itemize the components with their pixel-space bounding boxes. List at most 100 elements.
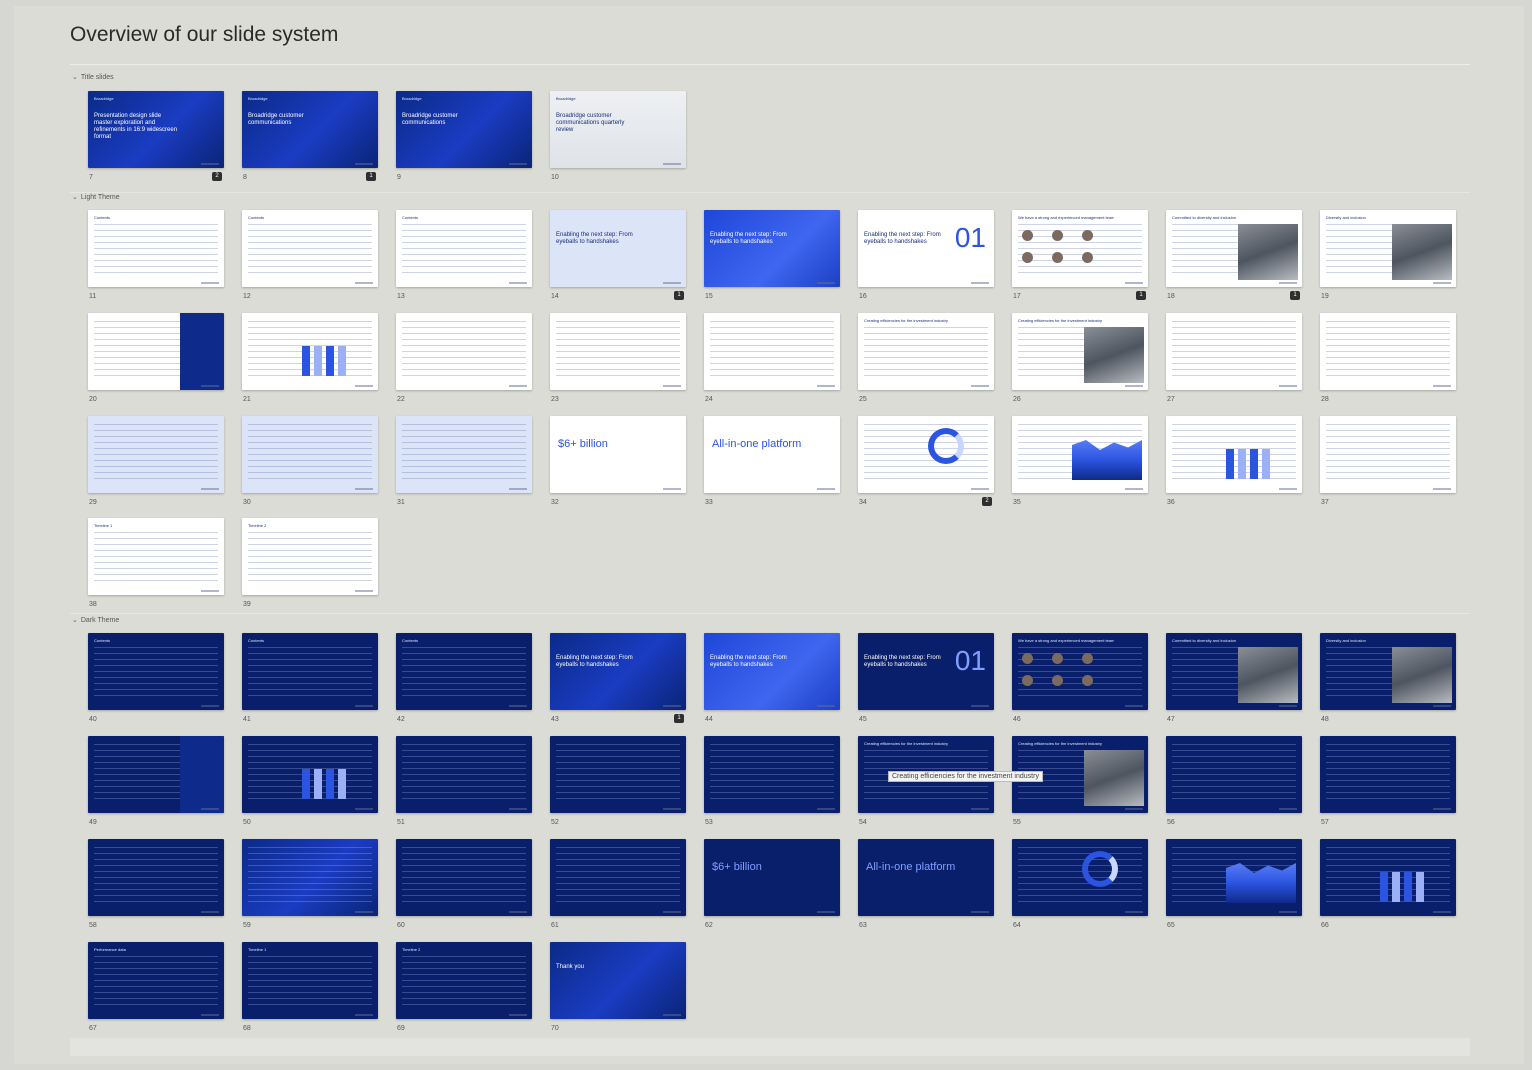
slide-number: 33 (705, 499, 713, 506)
slide-thumbnail[interactable]: Enabling the next step: From eyeballs to… (550, 633, 686, 710)
slide-thumbnail[interactable] (396, 736, 532, 813)
slide-thumbnail[interactable]: Enabling the next step: From eyeballs to… (858, 633, 994, 710)
slide-footer (355, 808, 373, 810)
slide-thumbnail[interactable] (1012, 416, 1148, 493)
slide-thumbnail[interactable]: $6+ billion (550, 416, 686, 493)
slide-thumbnail[interactable]: Thank you (550, 942, 686, 1019)
slide-thumbnail[interactable] (1166, 313, 1302, 390)
slide-thumbnail[interactable]: All-in-one platform (704, 416, 840, 493)
slide-thumbnail[interactable]: Timeline 1 (242, 942, 378, 1019)
slide-thumbnail[interactable] (1320, 313, 1456, 390)
slide-thumbnail[interactable] (550, 736, 686, 813)
slide-thumbnail[interactable] (88, 313, 224, 390)
slide-thumbnail[interactable] (704, 736, 840, 813)
comment-icon[interactable]: 2 (982, 497, 992, 506)
slide-thumbnail[interactable] (88, 736, 224, 813)
slide-thumbnail[interactable]: Performance data (88, 942, 224, 1019)
slide-sidebar-panel (180, 736, 224, 813)
slide-number: 69 (397, 1025, 405, 1032)
slide-thumbnail[interactable] (396, 416, 532, 493)
slide-thumbnail[interactable]: Enabling the next step: From eyeballs to… (550, 210, 686, 287)
slide-thumbnail[interactable]: Committed to diversity and inclusion (1166, 210, 1302, 287)
slide-thumbnail[interactable]: Contents (396, 210, 532, 287)
section-header-dark-theme[interactable]: ⌄ Dark Theme (72, 616, 119, 625)
comment-icon[interactable]: 1 (1136, 291, 1146, 300)
slide-thumbnail[interactable]: Enabling the next step: From eyeballs to… (704, 633, 840, 710)
slide-thumbnail[interactable] (1166, 839, 1302, 916)
slide-thumbnail[interactable] (242, 313, 378, 390)
slide-thumbnail[interactable]: Contents (396, 633, 532, 710)
slide-footer (1433, 488, 1451, 490)
slide-thumbnail[interactable] (550, 313, 686, 390)
slide-number: 44 (705, 716, 713, 723)
slide-thumbnail[interactable]: We have a strong and experienced managem… (1012, 633, 1148, 710)
slide-thumbnail[interactable] (550, 839, 686, 916)
slide-thumbnail[interactable] (396, 313, 532, 390)
slide-title: Enabling the next step: From eyeballs to… (864, 655, 941, 668)
slide-thumbnail[interactable] (1166, 416, 1302, 493)
slide-thumbnail[interactable]: Timeline 2 (242, 518, 378, 595)
bottom-scroll-strip[interactable] (70, 1038, 1470, 1056)
slide-thumbnail[interactable] (242, 416, 378, 493)
slide-title: Thank you (556, 964, 585, 970)
slide-body-lines (1172, 321, 1296, 380)
slide-thumbnail[interactable]: We have a strong and experienced managem… (1012, 210, 1148, 287)
comment-icon[interactable]: 1 (674, 714, 684, 723)
slide-body-lines (402, 956, 526, 1009)
slide-thumbnail[interactable]: Diversity and inclusion (1320, 633, 1456, 710)
slide-thumbnail[interactable] (1320, 839, 1456, 916)
chevron-down-icon[interactable]: ⌄ (72, 193, 78, 201)
comment-icon[interactable]: 1 (1290, 291, 1300, 300)
slide-thumbnail[interactable]: Enabling the next step: From eyeballs to… (704, 210, 840, 287)
comment-icon[interactable]: 2 (212, 172, 222, 181)
slide-heading: Broadridge (94, 96, 114, 101)
slide-thumbnail[interactable]: Contents (88, 633, 224, 710)
slide-thumbnail[interactable]: Contents (242, 633, 378, 710)
chevron-down-icon[interactable]: ⌄ (72, 616, 78, 624)
slide-thumbnail[interactable]: Committed to diversity and inclusion (1166, 633, 1302, 710)
slide-thumbnail[interactable]: Broadridge Broadridge customer communicat… (396, 91, 532, 168)
slide-thumbnail[interactable] (704, 313, 840, 390)
comment-icon[interactable]: 1 (366, 172, 376, 181)
slide-thumbnail[interactable] (1166, 736, 1302, 813)
slide-thumbnail[interactable]: Broadridge Presentation design slide mast… (88, 91, 224, 168)
slide-thumbnail[interactable] (396, 839, 532, 916)
slide-thumbnail[interactable] (1012, 839, 1148, 916)
slide-footer (1279, 705, 1297, 707)
slide-number: 15 (705, 293, 713, 300)
slide-thumbnail[interactable] (242, 736, 378, 813)
slide-body-lines (248, 532, 372, 585)
slide-number: 27 (1167, 396, 1175, 403)
slide-thumbnail[interactable]: Enabling the next step: From eyeballs to… (858, 210, 994, 287)
slide-thumbnail[interactable]: Contents (242, 210, 378, 287)
slide-thumbnail[interactable]: All-in-one platform (858, 839, 994, 916)
slide-heading: We have a strong and experienced managem… (1018, 638, 1115, 643)
slide-body-lines (1326, 321, 1450, 380)
slide-footer (201, 1014, 219, 1016)
chevron-down-icon[interactable]: ⌄ (72, 73, 78, 81)
slide-thumbnail[interactable]: Broadridge Broadridge customer communicat… (550, 91, 686, 168)
slide-thumbnail[interactable]: Timeline 2 (396, 942, 532, 1019)
slide-big-text: All-in-one platform (866, 861, 956, 873)
slide-thumbnail[interactable] (858, 416, 994, 493)
slide-thumbnail[interactable] (1320, 736, 1456, 813)
slide-heading: Creating efficiencies for the investment… (1018, 741, 1102, 746)
slide-thumbnail[interactable]: Creating efficiencies for the investment… (858, 313, 994, 390)
slide-thumbnail[interactable]: Timeline 1 (88, 518, 224, 595)
slide-heading: Creating efficiencies for the investment… (864, 318, 948, 323)
slide-body-lines (710, 744, 834, 803)
slide-body-lines (402, 847, 526, 906)
slide-body-lines (94, 224, 218, 277)
slide-thumbnail[interactable] (88, 839, 224, 916)
slide-thumbnail[interactable] (1320, 416, 1456, 493)
section-header-light-theme[interactable]: ⌄ Light Theme (72, 193, 120, 202)
comment-icon[interactable]: 1 (674, 291, 684, 300)
slide-thumbnail[interactable]: Broadridge Broadridge customer communicat… (242, 91, 378, 168)
slide-thumbnail[interactable] (242, 839, 378, 916)
section-header-title-slides[interactable]: ⌄ Title slides (72, 73, 114, 82)
slide-thumbnail[interactable]: Creating efficiencies for the investment… (1012, 313, 1148, 390)
slide-thumbnail[interactable]: Diversity and inclusion (1320, 210, 1456, 287)
slide-thumbnail[interactable]: Contents (88, 210, 224, 287)
slide-thumbnail[interactable]: $6+ billion (704, 839, 840, 916)
slide-thumbnail[interactable] (88, 416, 224, 493)
